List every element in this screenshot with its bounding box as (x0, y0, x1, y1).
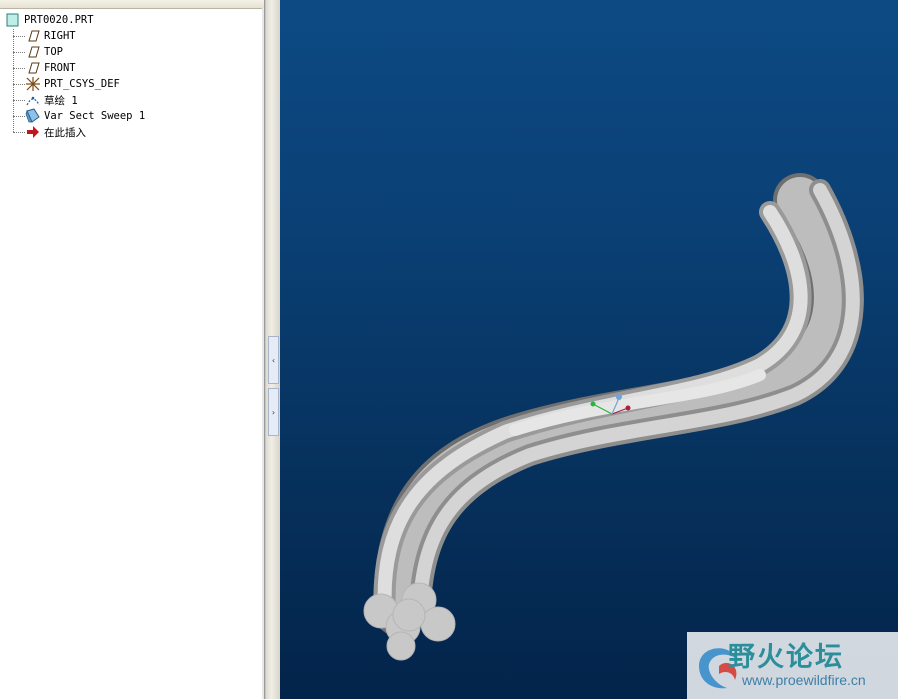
part-icon (5, 12, 21, 28)
panel-splitter[interactable]: ‹ › (265, 0, 281, 699)
collapse-panel-button[interactable]: ‹ (268, 336, 279, 384)
tree-item-sketch[interactable]: 草绘 1 (25, 92, 78, 108)
watermark-title: 野火论坛 (728, 642, 844, 673)
tree-guide-branch (13, 68, 25, 69)
tree-root-label: PRT0020.PRT (24, 14, 94, 26)
insert-here-arrow-icon (25, 124, 41, 140)
tree-item-label: TOP (44, 46, 63, 58)
tree-item-sweep[interactable]: Var Sect Sweep 1 (25, 108, 145, 124)
tree-item-label: FRONT (44, 62, 76, 74)
tree-item-front[interactable]: FRONT (25, 60, 76, 76)
chevron-right-icon: › (271, 407, 276, 417)
sweep-end-section (363, 582, 456, 661)
chevron-left-icon: ‹ (271, 355, 276, 365)
tree-guide-branch (13, 52, 25, 53)
coordinate-system-icon (25, 76, 41, 92)
tree-item-label: 草绘 1 (44, 94, 78, 107)
tree-item-label: PRT_CSYS_DEF (44, 78, 120, 90)
datum-plane-icon (25, 44, 41, 60)
datum-plane-icon (25, 60, 41, 76)
tree-guide-branch (13, 116, 25, 117)
datum-plane-icon (25, 28, 41, 44)
tree-item-label: RIGHT (44, 30, 76, 42)
tree-guide-branch (13, 84, 25, 85)
tree-item-insert-here[interactable]: 在此插入 (25, 124, 86, 140)
panel-edge (262, 8, 264, 699)
watermark-url: www.proewildfire.cn (742, 672, 866, 688)
tree-item-right[interactable]: RIGHT (25, 28, 76, 44)
tree-item-csys[interactable]: PRT_CSYS_DEF (25, 76, 120, 92)
model-render (363, 173, 864, 661)
graphics-viewport[interactable] (280, 0, 898, 699)
sweep-feature-icon (25, 108, 41, 124)
panel-header-strip (0, 0, 264, 9)
model-tree-panel: PRT0020.PRT RIGHT TOP FRONT PRT_CSYS_DEF (0, 0, 265, 699)
tree-root-node[interactable]: PRT0020.PRT (5, 12, 94, 28)
tree-item-label: 在此插入 (44, 126, 86, 139)
tree-guide-branch (13, 132, 25, 133)
tree-item-top[interactable]: TOP (25, 44, 63, 60)
tree-item-label: Var Sect Sweep 1 (44, 110, 146, 122)
tree-guide-branch (13, 36, 25, 37)
tree-guide-branch (13, 100, 25, 101)
expand-panel-button[interactable]: › (268, 388, 279, 436)
sketch-icon (25, 92, 41, 108)
